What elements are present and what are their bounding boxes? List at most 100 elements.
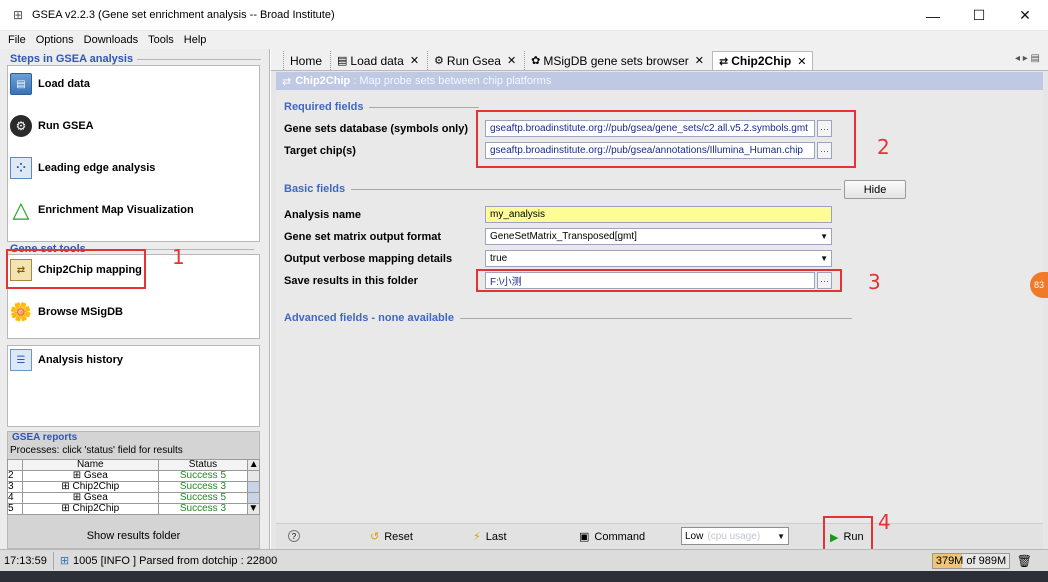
chip2chip-icon: ⇄	[719, 55, 729, 68]
tab-home[interactable]: Home	[283, 51, 328, 70]
close-button[interactable]: ✕	[1002, 0, 1048, 31]
close-icon[interactable]: ✕	[797, 55, 806, 68]
advanced-fields-title: Advanced fields - none available	[284, 312, 852, 324]
row-status[interactable]: Success 3	[157, 503, 249, 515]
chip2chip-form: ⇄ Chip2Chip : Map probe sets between chi…	[276, 72, 1043, 522]
tab-load-data[interactable]: ▤ Load data ✕	[330, 51, 425, 70]
sidebar-item-leading-edge[interactable]: ⁘ Leading edge analysis	[10, 157, 155, 179]
sidebar-item-label: Analysis history	[38, 354, 123, 366]
reset-icon: ↺	[370, 531, 380, 543]
load-data-icon: ▤	[10, 73, 32, 95]
scrollbar-track[interactable]	[247, 470, 260, 482]
row-name: ⊞ Gsea	[21, 470, 159, 482]
row-num: 4	[7, 492, 23, 504]
row-status[interactable]: Success 3	[157, 481, 249, 493]
maximize-button[interactable]: ☐	[956, 0, 1002, 31]
sidebar-item-label: Run GSEA	[38, 120, 94, 132]
sidebar-item-load-data[interactable]: ▤ Load data	[10, 73, 90, 95]
annotation-number-3: 3	[868, 270, 881, 294]
memory-indicator[interactable]: 379M of 989M	[932, 553, 1010, 569]
sidebar-item-enrichment-map[interactable]: △ Enrichment Map Visualization	[10, 197, 194, 222]
annotation-box-3	[476, 269, 842, 292]
memory-text: 379M of 989M	[935, 555, 1007, 567]
close-icon[interactable]: ✕	[507, 54, 516, 67]
scrollbar-thumb[interactable]	[247, 481, 260, 493]
row-name-text: Gsea	[83, 492, 108, 503]
verbose-label: Output verbose mapping details	[284, 253, 453, 265]
tab-msigdb-browser[interactable]: ✿ MSigDB gene sets browser ✕	[524, 51, 710, 70]
table-row[interactable]: 2 ⊞ Gsea Success 5	[7, 470, 260, 482]
row-name: ⊞ Gsea	[21, 492, 159, 504]
matrix-format-value: GeneSetMatrix_Transposed[gmt]	[490, 231, 637, 242]
command-button[interactable]: ▣ Command	[579, 530, 645, 544]
steps-title-text: Steps in GSEA analysis	[10, 53, 134, 65]
chevron-down-icon: ▼	[777, 532, 785, 541]
sidebar-item-label: Browse MSigDB	[38, 306, 123, 318]
annotation-number-4: 4	[878, 510, 891, 534]
sidebar-item-browse-msigdb[interactable]: 🌼 Browse MSigDB	[10, 301, 123, 323]
sidebar-item-analysis-history[interactable]: ☰ Analysis history	[10, 349, 123, 371]
hide-button[interactable]: Hide	[844, 180, 906, 199]
col-name-header[interactable]: Name	[21, 459, 159, 471]
title-bar: ⊞ GSEA v2.2.3 (Gene set enrichment analy…	[0, 0, 1048, 31]
tab-label: Load data	[350, 53, 404, 68]
table-row[interactable]: 4 ⊞ Gsea Success 5	[7, 492, 260, 504]
help-button[interactable]: ?	[288, 530, 300, 542]
run-gsea-icon: ⚙	[434, 55, 444, 67]
row-status[interactable]: Success 5	[157, 492, 249, 504]
matrix-format-select[interactable]: GeneSetMatrix_Transposed[gmt] ▼	[485, 228, 832, 245]
row-name-text: Chip2Chip	[72, 503, 120, 514]
menu-file[interactable]: File	[8, 34, 26, 46]
cpu-usage-select[interactable]: Low (cpu usage) ▼	[681, 527, 789, 545]
annotation-box-2	[476, 110, 856, 168]
table-row[interactable]: 5 ⊞ Chip2Chip Success 3 ▼	[7, 503, 260, 515]
scrollbar-down[interactable]: ▼	[247, 503, 260, 515]
basic-fields-text: Basic fields	[284, 183, 346, 195]
cpu-usage-hint: (cpu usage)	[707, 530, 761, 542]
close-icon[interactable]: ✕	[695, 54, 704, 67]
col-status-header[interactable]: Status	[157, 459, 249, 471]
status-message: 1005 [INFO ] Parsed from dotchip : 22800	[73, 554, 278, 567]
form-header-title: Chip2Chip	[295, 75, 351, 87]
close-icon[interactable]: ✕	[410, 54, 419, 67]
trash-icon[interactable]: 🗑	[1017, 554, 1032, 568]
chevron-down-icon: ▼	[820, 254, 828, 263]
help-icon: ?	[288, 530, 300, 542]
tab-chip2chip[interactable]: ⇄ Chip2Chip ✕	[712, 51, 814, 70]
reset-label: Reset	[384, 530, 413, 543]
status-message-area: ⊞ 1005 [INFO ] Parsed from dotchip : 228…	[54, 554, 278, 568]
table-row[interactable]: 3 ⊞ Chip2Chip Success 3	[7, 481, 260, 493]
scrollbar-up[interactable]: ▲	[247, 459, 260, 471]
last-button[interactable]: ⚡ Last	[473, 530, 507, 544]
verbose-select[interactable]: true ▼	[485, 250, 832, 267]
tab-scroll-arrows[interactable]: ◂ ▸ ▤	[1015, 53, 1040, 64]
sidebar-item-run-gsea[interactable]: ⚙ Run GSEA	[10, 115, 94, 137]
verbose-value: true	[490, 253, 508, 264]
row-status[interactable]: Success 5	[157, 470, 249, 482]
menu-downloads[interactable]: Downloads	[84, 34, 138, 46]
annotation-number-1: 1	[172, 245, 185, 269]
row-name: ⊞ Chip2Chip	[21, 503, 159, 515]
tab-run-gsea[interactable]: ⚙ Run Gsea ✕	[427, 51, 522, 70]
form-header: ⇄ Chip2Chip : Map probe sets between chi…	[276, 72, 1043, 90]
menu-options[interactable]: Options	[36, 34, 74, 46]
scrollbar-thumb[interactable]	[247, 492, 260, 504]
tab-label: Run Gsea	[446, 53, 501, 68]
analysis-name-input[interactable]: my_analysis	[485, 206, 832, 223]
left-panel: Steps in GSEA analysis ▤ Load data ⚙ Run…	[0, 49, 270, 549]
required-fields-title: Required fields	[284, 101, 480, 113]
menu-help[interactable]: Help	[184, 34, 207, 46]
row-name-text: Chip2Chip	[72, 481, 120, 492]
window-title: GSEA v2.2.3 (Gene set enrichment analysi…	[32, 9, 335, 21]
menu-tools[interactable]: Tools	[148, 34, 174, 46]
reset-button[interactable]: ↺ Reset	[370, 530, 413, 544]
msigdb-icon: ✿	[531, 55, 541, 67]
save-folder-label: Save results in this folder	[284, 275, 418, 287]
bottom-toolbar: ? ↺ Reset ⚡ Last ▣ Command Low (cpu usag…	[276, 510, 1043, 551]
annotation-number-2: 2	[877, 135, 890, 159]
basic-fields-title: Basic fields	[284, 183, 842, 195]
show-results-folder-button[interactable]: Show results folder	[7, 527, 260, 545]
last-icon: ⚡	[473, 531, 481, 543]
expand-icon[interactable]: ⊞	[60, 554, 69, 567]
minimize-button[interactable]: —	[910, 0, 956, 31]
